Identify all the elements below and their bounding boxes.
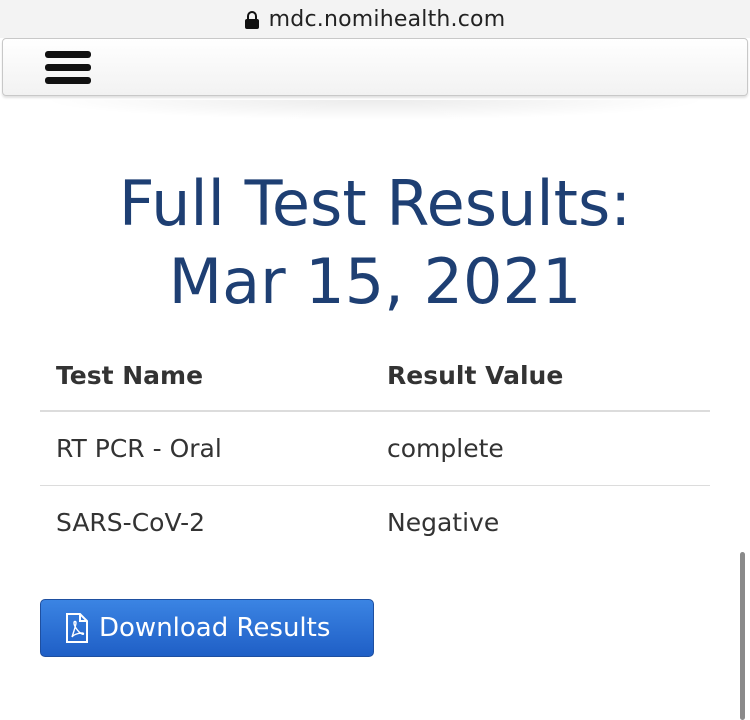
page-title-heading: Full Test Results: <box>118 167 632 240</box>
hamburger-menu-icon[interactable] <box>45 49 91 87</box>
download-results-button[interactable]: Download Results <box>40 599 374 657</box>
test-name-cell: RT PCR - Oral <box>40 411 371 486</box>
table-row: SARS-CoV-2 Negative <box>40 486 710 560</box>
result-value-cell: complete <box>371 411 710 486</box>
page-title-date: Mar 15, 2021 <box>168 245 582 318</box>
results-table: Test Name Result Value RT PCR - Oral com… <box>40 340 710 559</box>
result-value-cell: Negative <box>387 508 500 537</box>
download-results-label: Download Results <box>99 613 331 643</box>
column-header-test-name: Test Name <box>40 340 371 412</box>
test-name-cell: SARS-CoV-2 <box>56 508 206 537</box>
scrollbar[interactable] <box>740 552 745 720</box>
column-header-result-value: Result Value <box>371 340 710 412</box>
table-header-row: Test Name Result Value <box>40 340 710 412</box>
page-title: Full Test Results: Mar 15, 2021 <box>0 165 750 321</box>
lock-icon <box>244 11 259 29</box>
table-row: RT PCR - Oral complete <box>40 411 710 486</box>
url-text[interactable]: mdc.nomihealth.com <box>269 7 506 32</box>
top-navbar <box>2 38 748 96</box>
pdf-file-icon <box>66 613 88 643</box>
address-bar[interactable]: mdc.nomihealth.com <box>0 0 750 38</box>
navbar-shadow <box>40 100 710 120</box>
